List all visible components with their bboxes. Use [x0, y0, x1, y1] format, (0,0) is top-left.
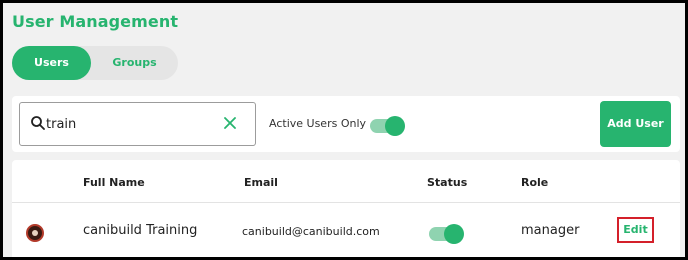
toggle-knob — [444, 224, 464, 244]
toggle-knob — [385, 116, 405, 136]
user-email: canibuild@canibuild.com — [242, 225, 380, 238]
add-user-button[interactable]: Add User — [600, 101, 671, 147]
active-users-toggle[interactable] — [370, 116, 405, 136]
app-frame: User Management Users Groups Active User… — [0, 0, 688, 260]
column-header-status[interactable]: Status — [427, 176, 467, 189]
view-tabs: Users Groups — [12, 46, 178, 80]
user-full-name: canibuild Training — [83, 223, 198, 238]
edit-user-button[interactable]: Edit — [617, 217, 654, 243]
column-header-role[interactable]: Role — [521, 176, 548, 189]
page-title: User Management — [12, 12, 179, 31]
search-icon — [31, 116, 45, 130]
toolbar: Active Users Only Add User — [12, 96, 680, 152]
header-divider — [12, 202, 680, 203]
user-role: manager — [521, 223, 580, 238]
search-input[interactable] — [46, 113, 216, 135]
tab-users[interactable]: Users — [12, 46, 91, 80]
avatar — [26, 224, 44, 242]
users-table: Full Name Email Status Role canibuild Tr… — [12, 160, 680, 257]
close-icon[interactable] — [223, 116, 237, 130]
active-users-label: Active Users Only — [269, 117, 367, 130]
tab-groups[interactable]: Groups — [91, 46, 178, 80]
search-box — [19, 102, 256, 146]
column-header-full-name[interactable]: Full Name — [83, 176, 145, 189]
user-status-toggle[interactable] — [429, 224, 464, 244]
column-header-email[interactable]: Email — [244, 176, 278, 189]
